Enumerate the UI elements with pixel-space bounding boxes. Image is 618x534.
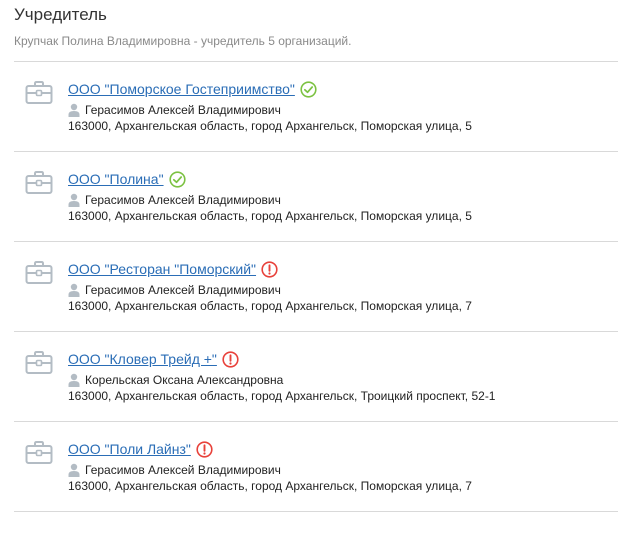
organization-link[interactable]: ООО "Кловер Трейд +" [68, 351, 217, 367]
organization-details: ООО "Полина" Герасимов Алексей Владимиро… [68, 170, 618, 225]
organization-link[interactable]: ООО "Поли Лайнз" [68, 441, 191, 457]
organization-link[interactable]: ООО "Полина" [68, 171, 164, 187]
briefcase-icon [25, 350, 53, 376]
organization-title-row: ООО "Поли Лайнз" [68, 440, 618, 458]
check-circle-icon [168, 170, 186, 188]
director-row: Герасимов Алексей Владимирович [68, 192, 618, 208]
organization-details: ООО "Кловер Трейд +" Корельская Оксана А… [68, 350, 618, 405]
director-name: Герасимов Алексей Владимирович [85, 463, 281, 477]
check-circle-icon [300, 80, 317, 98]
briefcase-icon [25, 440, 53, 466]
exclamation-circle-icon [222, 350, 239, 368]
person-icon [68, 373, 80, 387]
exclamation-circle-icon [261, 260, 278, 278]
organization-title-row: ООО "Кловер Трейд +" [68, 350, 618, 368]
organization-card: ООО "Ресторан "Поморский" Герасимов Алек… [14, 242, 618, 332]
person-icon [68, 283, 80, 297]
organization-title-row: ООО "Ресторан "Поморский" [68, 260, 618, 278]
organization-list: ООО "Поморское Гостеприимство" Герасимов… [14, 61, 618, 512]
person-icon [68, 103, 80, 117]
director-name: Герасимов Алексей Владимирович [85, 103, 281, 117]
organization-address: 163000, Архангельская область, город Арх… [68, 119, 472, 133]
director-name: Корельская Оксана Александровна [85, 373, 284, 387]
organization-address: 163000, Архангельская область, город Арх… [68, 389, 496, 403]
organization-details: ООО "Поморское Гостеприимство" Герасимов… [68, 80, 618, 135]
director-row: Герасимов Алексей Владимирович [68, 282, 618, 298]
director-row: Герасимов Алексей Владимирович [68, 462, 618, 478]
organization-address: 163000, Архангельская область, город Арх… [68, 209, 472, 223]
organization-card: ООО "Поли Лайнз" Герасимов Алексей Влади… [14, 422, 618, 512]
person-icon [68, 193, 80, 207]
organization-card: ООО "Полина" Герасимов Алексей Владимиро… [14, 152, 618, 242]
organization-link[interactable]: ООО "Ресторан "Поморский" [68, 261, 256, 277]
organization-details: ООО "Поли Лайнз" Герасимов Алексей Влади… [68, 440, 618, 495]
director-name: Герасимов Алексей Владимирович [85, 283, 281, 297]
section-title: Учредитель [14, 5, 107, 24]
organization-title-row: ООО "Поморское Гостеприимство" [68, 80, 618, 98]
organization-card: ООО "Поморское Гостеприимство" Герасимов… [14, 62, 618, 152]
organization-card: ООО "Кловер Трейд +" Корельская Оксана А… [14, 332, 618, 422]
exclamation-circle-icon [196, 440, 213, 458]
person-icon [68, 463, 80, 477]
briefcase-icon [25, 260, 53, 286]
director-row: Герасимов Алексей Владимирович [68, 102, 618, 118]
director-name: Герасимов Алексей Владимирович [85, 193, 281, 207]
briefcase-icon [25, 170, 53, 196]
organization-title-row: ООО "Полина" [68, 170, 618, 188]
organization-link[interactable]: ООО "Поморское Гостеприимство" [68, 81, 295, 97]
organization-address: 163000, Архангельская область, город Арх… [68, 479, 472, 493]
organization-address: 163000, Архангельская область, город Арх… [68, 299, 472, 313]
organization-details: ООО "Ресторан "Поморский" Герасимов Алек… [68, 260, 618, 315]
section-subtitle: Крупчак Полина Владимировна - учредитель… [14, 34, 352, 48]
briefcase-icon [25, 80, 53, 106]
director-row: Корельская Оксана Александровна [68, 372, 618, 388]
